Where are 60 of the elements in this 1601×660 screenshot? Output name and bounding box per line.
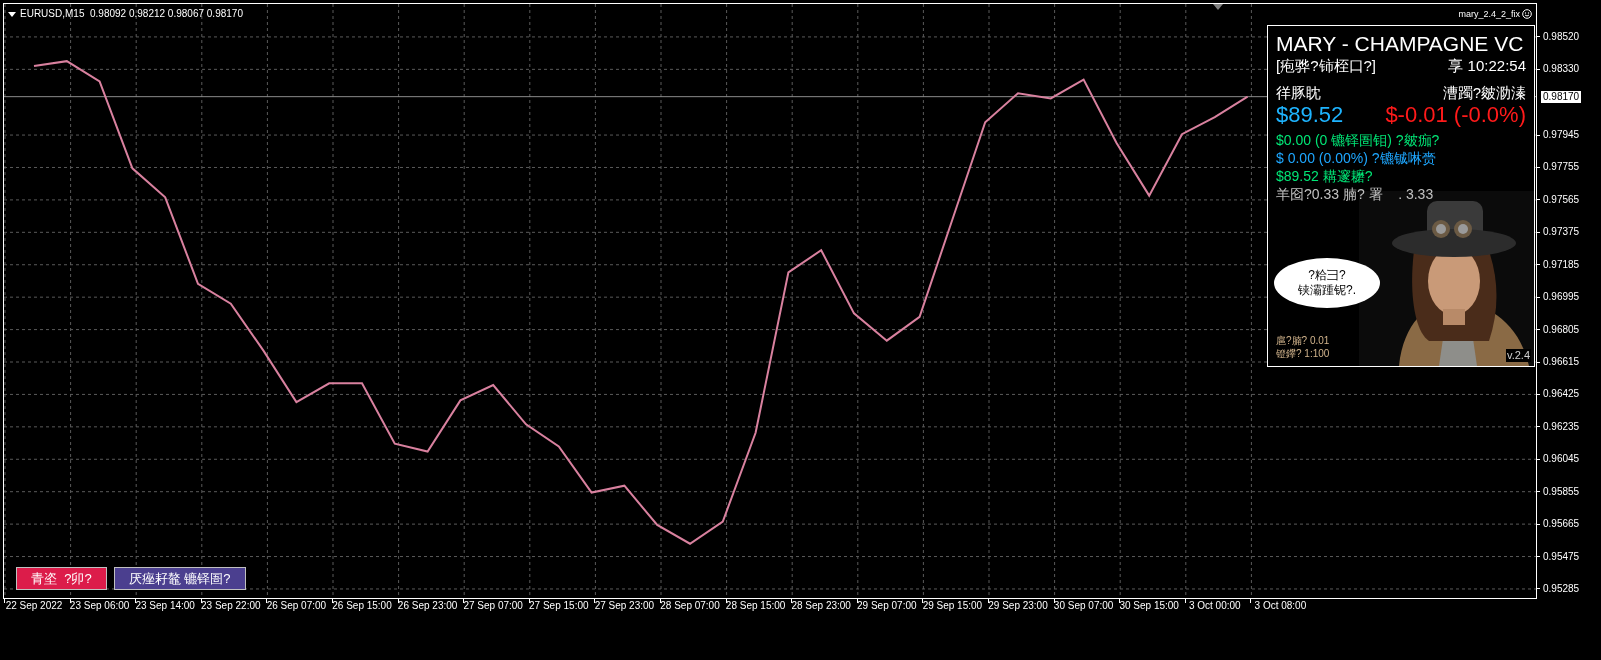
price-tick-label: 0.96995 [1543, 291, 1580, 304]
time-tick-label: 3 Oct 00:00 [1188, 599, 1241, 613]
current-price-label: 0.98170 [1541, 90, 1582, 103]
time-tick-label: 27 Sep 07:00 [463, 599, 523, 613]
stat-line: 羊囵?0.33 腩? 署 . 3.33 [1276, 185, 1435, 203]
stat-line: $89.52 耩邃耱? [1276, 167, 1374, 185]
dropdown-icon[interactable] [8, 11, 16, 17]
smiley-icon[interactable] [1522, 9, 1532, 19]
time-tick-label: 28 Sep 23:00 [791, 599, 851, 613]
time-tick-label: 29 Sep 15:00 [922, 599, 983, 613]
price-tick-label: 0.96045 [1543, 453, 1580, 466]
action-button[interactable]: 厌痤耔鼇 镳铎圄? [113, 567, 246, 590]
chart-header: EURUSD,M15 0.98092 0.98212 0.98067 0.98170 [20, 9, 243, 19]
time-tick-label: 30 Sep 07:00 [1053, 599, 1114, 613]
price-tick-label: 0.95855 [1543, 485, 1580, 498]
time-tick-label: 23 Sep 06:00 [69, 599, 130, 613]
price-tick-label: 0.95475 [1543, 550, 1580, 563]
time-tick-label: 23 Sep 22:00 [201, 599, 261, 613]
balance-label: 徉豚眈 [1276, 84, 1321, 102]
time-tick-label: 30 Sep 15:00 [1119, 599, 1179, 613]
price-tick-label: 0.97755 [1543, 161, 1580, 174]
shift-marker-icon [1213, 4, 1223, 10]
price-tick-label: 0.97945 [1543, 129, 1580, 142]
time-tick-label: 27 Sep 23:00 [594, 599, 655, 613]
time-tick-label: 22 Sep 2022 [5, 599, 63, 613]
price-tick-label: 0.95285 [1543, 582, 1580, 595]
price-tick-label: 0.96615 [1543, 356, 1580, 368]
price-tick-label: 0.96425 [1543, 388, 1580, 401]
leverage-text: 镫鑻? 1:100 [1276, 347, 1330, 360]
time-tick-label: 3 Oct 08:00 [1254, 599, 1307, 613]
balance-value: $89.52 [1276, 102, 1344, 128]
price-tick-label: 0.96805 [1543, 323, 1580, 336]
panel-subtitle: [疱骅?铈桎口?] [1276, 56, 1377, 76]
price-tick-label: 0.95665 [1543, 518, 1580, 531]
stat-line: $ 0.00 (0.00%) ?镳铖啉赍 [1276, 149, 1437, 167]
indicator-label: mary_2.4_2_fix [1458, 9, 1520, 19]
price-tick-label: 0.96235 [1543, 420, 1580, 433]
profit-value: $-0.01 (-0.0%) [1385, 102, 1526, 128]
time-tick-label: 23 Sep 14:00 [135, 599, 195, 613]
action-button[interactable]: 青垐 ?卯? [16, 567, 107, 590]
stat-line: $0.00 (0 镳铎圄钼) ?皴痂? [1276, 131, 1441, 149]
time-tick-label: 27 Sep 15:00 [529, 599, 589, 613]
profit-label: 漕躅?皴泐溱 [1442, 84, 1526, 102]
price-tick-label: 0.97375 [1543, 226, 1580, 239]
time-tick-label: 26 Sep 23:00 [397, 599, 458, 613]
panel-title: MARY - CHAMPAGNE VC [1276, 32, 1525, 56]
price-tick-label: 0.97565 [1543, 193, 1580, 206]
time-tick-label: 29 Sep 07:00 [857, 599, 917, 613]
time-tick-label: 28 Sep 07:00 [660, 599, 720, 613]
price-tick-label: 0.98330 [1543, 63, 1580, 76]
time-tick-label: 26 Sep 15:00 [332, 599, 392, 613]
lot-text: 扈?腩? 0.01 [1276, 334, 1330, 347]
time-tick-label: 26 Sep 07:00 [266, 599, 327, 613]
speech-text: ?粭彐? 铗灞踵铌?. [1298, 268, 1356, 298]
clock-text: 享 10:22:54 [1448, 56, 1526, 76]
price-tick-label: 0.98520 [1543, 30, 1580, 43]
version-text: v.2.4 [1505, 349, 1531, 362]
price-tick-label: 0.97185 [1543, 258, 1580, 271]
time-tick-label: 29 Sep 23:00 [988, 599, 1048, 613]
time-tick-label: 28 Sep 15:00 [725, 599, 786, 613]
